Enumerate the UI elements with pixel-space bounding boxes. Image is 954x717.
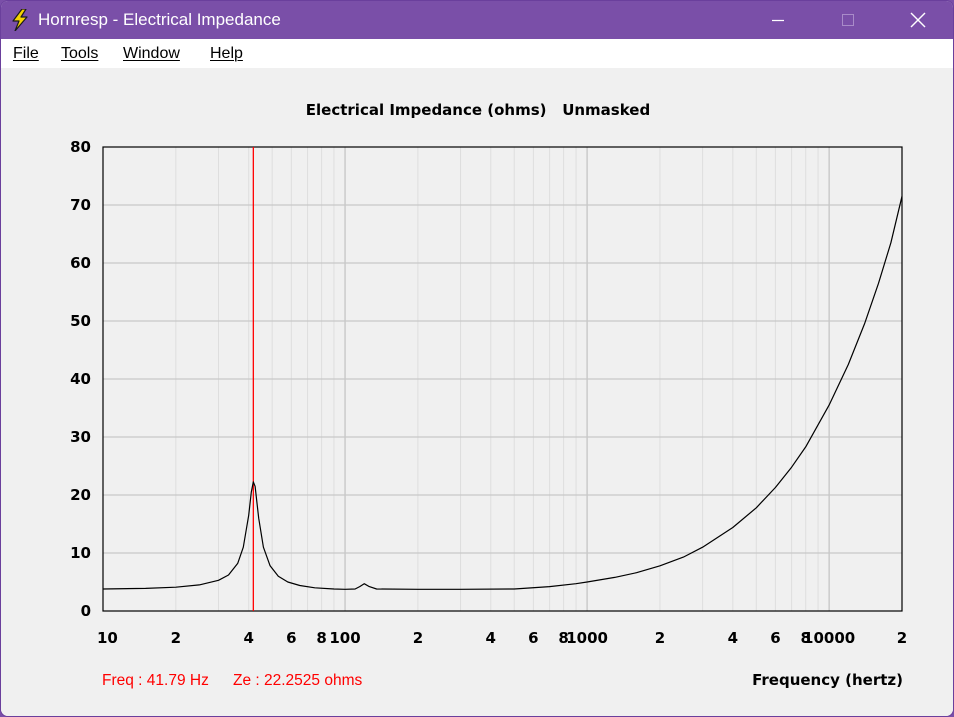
x-tick-label: 2	[897, 629, 907, 647]
y-tick-label: 80	[70, 138, 91, 156]
close-button[interactable]	[895, 1, 941, 39]
x-tick-label: 2	[413, 629, 423, 647]
impedance-curve	[102, 196, 903, 590]
x-tick-label: 2	[655, 629, 665, 647]
x-tick-label: 4	[486, 629, 496, 647]
impedance-chart[interactable]: 01020304050607080 10 2 4 6 8 100 2 4 6 81000 2 4 6 81…	[1, 68, 953, 716]
grid-lines	[103, 147, 902, 611]
minimize-button[interactable]	[755, 1, 801, 39]
x-tick-label: 4	[728, 629, 738, 647]
menu-file[interactable]: File	[13, 45, 39, 63]
minimize-icon	[772, 19, 784, 22]
close-icon	[910, 12, 926, 28]
y-tick-labels: 0 10 20 30 40 50 60 70 80	[70, 138, 91, 620]
y-tick-label: 30	[70, 428, 91, 446]
y-tick-label: 0	[81, 602, 91, 620]
x-tick-label: 6	[770, 629, 780, 647]
x-tick-label: 6	[286, 629, 296, 647]
x-tick-label: 100	[329, 629, 360, 647]
menu-bar: File Tools Window Help	[1, 39, 953, 68]
x-tick-label: 6	[528, 629, 538, 647]
menu-window[interactable]: Window	[123, 45, 180, 63]
x-tick-labels: 10 2 4 6 8 100 2 4 6 81000 2 4 6 810000 2	[97, 629, 907, 647]
x-tick-label: 10	[97, 629, 118, 647]
hornresp-window: Hornresp - Electrical Impedance File Too…	[0, 0, 954, 717]
maximize-icon	[842, 14, 854, 26]
chart-title: Electrical Impedance (ohms) Unmasked	[306, 101, 650, 119]
y-tick-label: 20	[70, 486, 91, 504]
freq-readout: Freq : 41.79 Hz	[102, 672, 209, 689]
x-tick-label: 8	[316, 629, 326, 647]
y-tick-label: 70	[70, 196, 91, 214]
x-axis-label: Frequency (hertz)	[752, 671, 903, 689]
maximize-button[interactable]	[825, 1, 871, 39]
menu-help[interactable]: Help	[210, 45, 243, 63]
title-bar[interactable]: Hornresp - Electrical Impedance	[1, 1, 953, 39]
chart-area[interactable]: 0 10 20 30 40 50 60 70 80 10 2 4 6 8 100 2 4 6 8 1000 2 4 6 8 1…	[1, 68, 953, 716]
y-tick-label: 40	[70, 370, 91, 388]
x-tick-label: 1000	[566, 629, 608, 647]
y-tick-label: 60	[70, 254, 91, 272]
lightning-bolt-icon	[12, 9, 28, 31]
x-tick-label: 4	[244, 629, 254, 647]
y-tick-label: 50	[70, 312, 91, 330]
y-tick-label: 10	[70, 544, 91, 562]
menu-tools[interactable]: Tools	[61, 45, 98, 63]
window-title: Hornresp - Electrical Impedance	[38, 10, 281, 29]
ze-readout: Ze : 22.2525 ohms	[233, 672, 362, 689]
impedance-line	[102, 196, 903, 590]
x-tick-label: 10000	[803, 629, 855, 647]
x-tick-label: 2	[171, 629, 181, 647]
